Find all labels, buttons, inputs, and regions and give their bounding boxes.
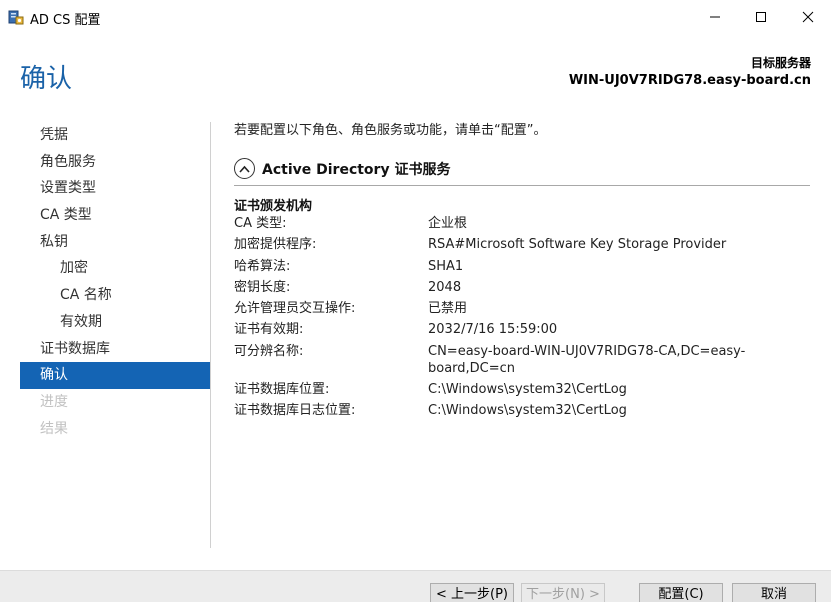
detail-value: C:\Windows\system32\CertLog (428, 382, 627, 398)
nav-item-role-services[interactable]: 角色服务 (20, 149, 210, 176)
detail-value: C:\Windows\system32\CertLog (428, 403, 627, 419)
page-title: 确认 (20, 64, 73, 94)
section-title: Active Directory 证书服务 (262, 162, 451, 178)
detail-row: 哈希算法: SHA1 (234, 258, 810, 275)
title-bar: AD CS 配置 (0, 0, 831, 34)
nav-divider (210, 122, 211, 548)
detail-key: 加密提供程序: (234, 237, 317, 253)
nav-item-ca-name[interactable]: CA 名称 (20, 282, 210, 309)
configure-button[interactable]: 配置(C) (639, 583, 723, 602)
detail-key: CA 类型: (234, 216, 287, 231)
minimize-icon (710, 16, 720, 18)
detail-key: 哈希算法: (234, 258, 291, 274)
previous-button[interactable]: < 上一步(P) (430, 583, 514, 602)
nav-item-certificate-database[interactable]: 证书数据库 (20, 336, 210, 363)
nav-item-setup-type[interactable]: 设置类型 (20, 175, 210, 202)
detail-row: 证书数据库位置: C:\Windows\system32\CertLog (234, 381, 810, 398)
wizard-nav: 凭据 角色服务 设置类型 CA 类型 私钥 加密 CA 名称 有效期 证书数据库… (20, 122, 210, 442)
detail-row: 可分辨名称: CN=easy-board-WIN-UJ0V7RIDG78-CA,… (234, 343, 810, 377)
collapse-section-button[interactable] (234, 158, 255, 179)
target-server-label: 目标服务器 (750, 56, 811, 70)
nav-item-progress: 进度 (40, 393, 68, 410)
detail-value: 2048 (428, 279, 462, 295)
detail-value: SHA1 (428, 258, 464, 274)
detail-value: RSA#Microsoft Software Key Storage Provi… (428, 237, 727, 253)
chevron-up-icon (239, 165, 250, 173)
detail-row: 证书数据库日志位置: C:\Windows\system32\CertLog (234, 402, 810, 419)
close-button[interactable] (785, 0, 831, 34)
nav-item-results: 结果 (40, 420, 68, 437)
detail-value: 企业根 (428, 216, 468, 231)
nav-item-validity-period[interactable]: 有效期 (20, 309, 210, 336)
confirmation-content: 若要配置以下角色、角色服务或功能，请单击“配置”。 Active Directo… (234, 122, 810, 418)
window-title: AD CS 配置 (30, 13, 101, 28)
detail-row: 允许管理员交互操作: 已禁用 (234, 300, 810, 317)
close-icon (802, 11, 814, 23)
detail-key: 证书数据库位置: (234, 382, 330, 398)
cancel-button[interactable]: 取消 (732, 583, 816, 602)
section-header: Active Directory 证书服务 (234, 156, 810, 186)
nav-item-ca-type[interactable]: CA 类型 (20, 202, 210, 229)
detail-row: 加密提供程序: RSA#Microsoft Software Key Stora… (234, 236, 810, 253)
detail-row: 密钥长度: 2048 (234, 279, 810, 296)
detail-value: CN=easy-board-WIN-UJ0V7RIDG78-CA,DC=easy… (428, 343, 746, 376)
nav-item-confirmation[interactable]: 确认 (20, 362, 210, 389)
nav-item-private-key[interactable]: 私钥 (20, 229, 210, 256)
detail-key: 允许管理员交互操作: (234, 301, 356, 317)
instruction-text: 若要配置以下角色、角色服务或功能，请单击“配置”。 (234, 123, 547, 138)
detail-key: 证书有效期: (234, 322, 304, 338)
detail-value: 2032/7/16 15:59:00 (428, 322, 558, 338)
detail-row: 证书有效期: 2032/7/16 15:59:00 (234, 321, 810, 338)
nav-item-credentials[interactable]: 凭据 (20, 122, 210, 149)
details-list: CA 类型: 企业根 加密提供程序: RSA#Microsoft Softwar… (234, 215, 810, 424)
nav-item-cryptography[interactable]: 加密 (20, 255, 210, 282)
detail-key: 证书数据库日志位置: (234, 403, 356, 419)
group-title: 证书颁发机构 (234, 199, 313, 214)
minimize-button[interactable] (692, 0, 738, 34)
maximize-icon (756, 12, 766, 22)
server-config-icon (8, 9, 24, 25)
detail-key: 可分辨名称: (234, 343, 304, 359)
detail-value: 已禁用 (428, 301, 468, 317)
target-server-name: WIN-UJ0V7RIDG78.easy-board.cn (568, 73, 811, 88)
detail-key: 密钥长度: (234, 279, 291, 295)
maximize-button[interactable] (738, 0, 784, 34)
next-button[interactable]: 下一步(N) > (521, 583, 605, 602)
detail-row: CA 类型: 企业根 (234, 215, 810, 232)
